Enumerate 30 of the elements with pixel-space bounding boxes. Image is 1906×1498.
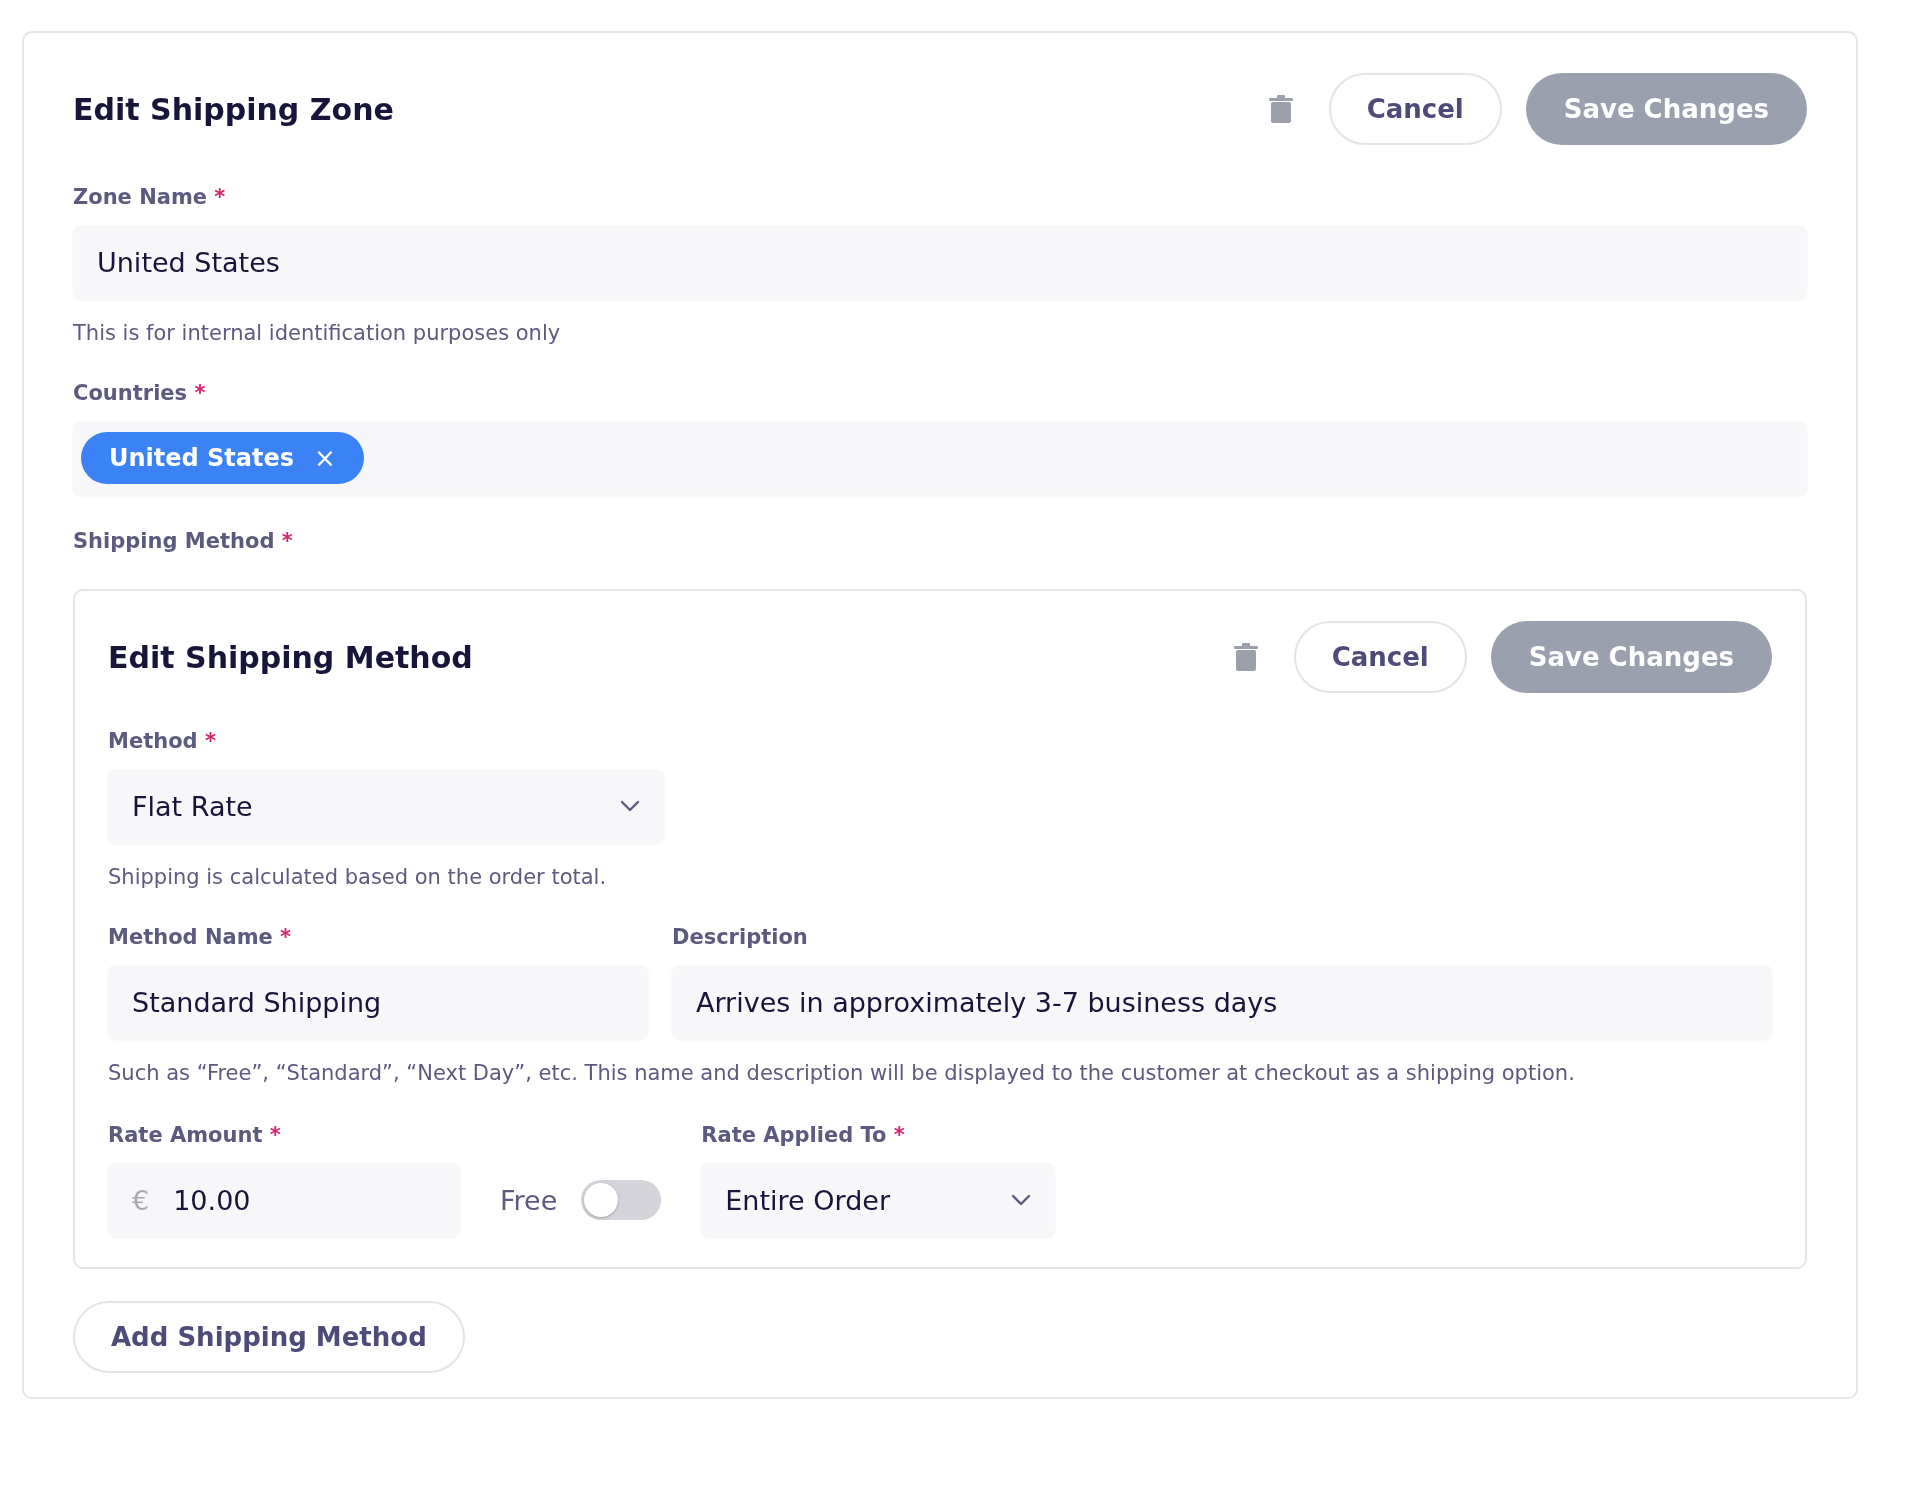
chevron-down-icon — [1011, 1194, 1032, 1206]
trash-icon[interactable] — [1233, 643, 1258, 671]
zone-name-field[interactable]: United States — [73, 225, 1807, 299]
free-label: Free — [500, 1184, 558, 1216]
trash-icon[interactable] — [1268, 95, 1293, 123]
field-label: Countries * — [73, 381, 207, 405]
method-name-field[interactable]: Standard Shipping — [108, 965, 648, 1039]
field-label: Rate Applied To * — [701, 1123, 906, 1147]
rate-amount-field[interactable]: € 10.00 — [108, 1163, 460, 1237]
description-field[interactable]: Arrives in approximately 3-7 business days — [672, 965, 1772, 1039]
field-label: Method * — [108, 729, 217, 753]
add-shipping-method-button[interactable]: Add Shipping Method — [73, 1301, 465, 1373]
method-select[interactable]: Flat Rate — [108, 769, 664, 843]
cancel-button[interactable]: Cancel — [1328, 73, 1502, 145]
field-label: Zone Name * — [73, 185, 227, 209]
cancel-button[interactable]: Cancel — [1293, 621, 1467, 693]
chevron-down-icon — [620, 800, 640, 812]
countries-field[interactable]: United States × — [73, 421, 1807, 495]
field-label: Description — [672, 925, 809, 949]
section-title: Edit Shipping Zone — [73, 91, 394, 127]
field-label: Method Name * — [108, 925, 293, 949]
help-text: Shipping is calculated based on the order total. — [108, 865, 608, 889]
help-text: Such as “Free”, “Standard”, “Next Day”, etc. This name and description will be displayed to the customer at checkout as a shipping option. — [108, 1061, 1576, 1085]
help-text: This is for internal identification purposes only — [73, 321, 562, 345]
field-label: Shipping Method * — [73, 529, 294, 553]
section-title: Edit Shipping Method — [108, 639, 473, 675]
field-label: Rate Amount * — [108, 1123, 282, 1147]
country-chip[interactable]: United States × — [81, 432, 364, 484]
free-toggle[interactable] — [581, 1180, 662, 1220]
rate-applied-select[interactable]: Entire Order — [701, 1163, 1056, 1237]
